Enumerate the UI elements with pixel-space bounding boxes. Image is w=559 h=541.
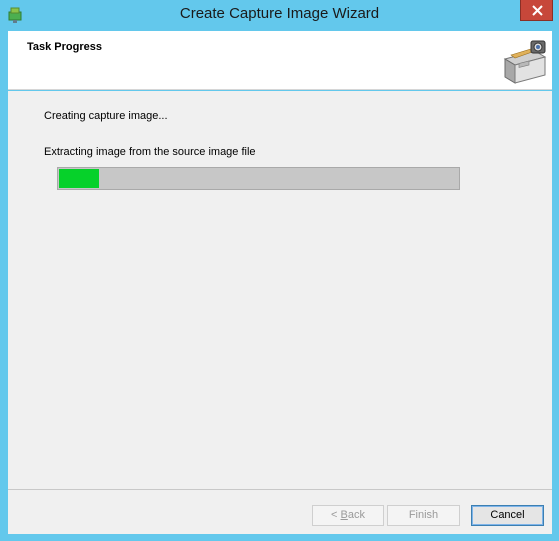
back-button-prefix: < [331, 509, 341, 521]
window-title: Create Capture Image Wizard [179, 5, 380, 22]
wizard-footer: < Back Finish Cancel [8, 489, 552, 534]
back-button[interactable]: < Back [312, 505, 384, 526]
title-bar[interactable]: Create Capture Image Wizard [0, 0, 559, 30]
progress-bar [57, 167, 460, 190]
status-text: Creating capture image... [44, 110, 168, 122]
back-button-mnemonic: B [340, 509, 348, 521]
progress-detail-text: Extracting image from the source image f… [44, 146, 256, 158]
wizard-window: Create Capture Image Wizard Task Progres… [0, 0, 559, 541]
wizard-body: Creating capture image... Extracting ima… [8, 91, 552, 489]
progress-bar-fill [59, 169, 99, 188]
close-button[interactable] [520, 0, 553, 21]
wizard-header: Task Progress [8, 31, 552, 90]
cancel-button[interactable]: Cancel [471, 505, 544, 526]
back-button-rest: ack [347, 509, 365, 521]
page-title: Task Progress [27, 41, 103, 53]
close-icon [532, 5, 543, 16]
file-cabinet-camera-icon [501, 37, 549, 85]
finish-button[interactable]: Finish [387, 505, 460, 526]
